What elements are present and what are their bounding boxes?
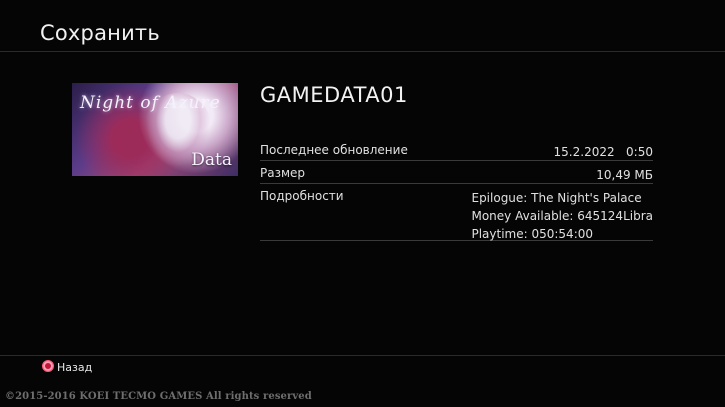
header-bar: Сохранить <box>0 0 725 52</box>
info-line: Epilogue: The Night's Palace <box>471 191 642 205</box>
info-line: Money Available: 645124Libra <box>471 209 653 223</box>
copyright-text: ©2015-2016 KOEI TECMO GAMES All rights r… <box>5 391 312 402</box>
detail-row-last-update: Последнее обновление 15.2.2022 0:50 <box>260 143 653 161</box>
page-title: Сохранить <box>40 21 160 45</box>
save-thumbnail: Night of Azure Data <box>72 83 238 176</box>
info-line: Playtime: 050:54:00 <box>471 227 594 241</box>
info-label: Подробности <box>260 189 344 203</box>
back-label: Назад <box>57 361 93 374</box>
detail-row-size: Размер 10,49 МБ <box>260 166 653 184</box>
game-logo: Night of Azure <box>80 93 221 113</box>
info-values: Epilogue: The Night's Palace Money Avail… <box>471 189 653 243</box>
back-button[interactable]: Назад <box>42 360 92 374</box>
last-update-label: Последнее обновление <box>260 143 408 157</box>
size-value: 10,49 МБ <box>596 168 653 182</box>
last-update-value: 15.2.2022 0:50 <box>553 145 653 159</box>
detail-row-info: Подробности Epilogue: The Night's Palace… <box>260 189 653 241</box>
save-name: GAMEDATA01 <box>260 83 408 107</box>
circle-button-icon <box>42 360 54 372</box>
footer-divider <box>0 355 725 356</box>
thumbnail-badge: Data <box>191 150 232 170</box>
size-label: Размер <box>260 166 306 180</box>
